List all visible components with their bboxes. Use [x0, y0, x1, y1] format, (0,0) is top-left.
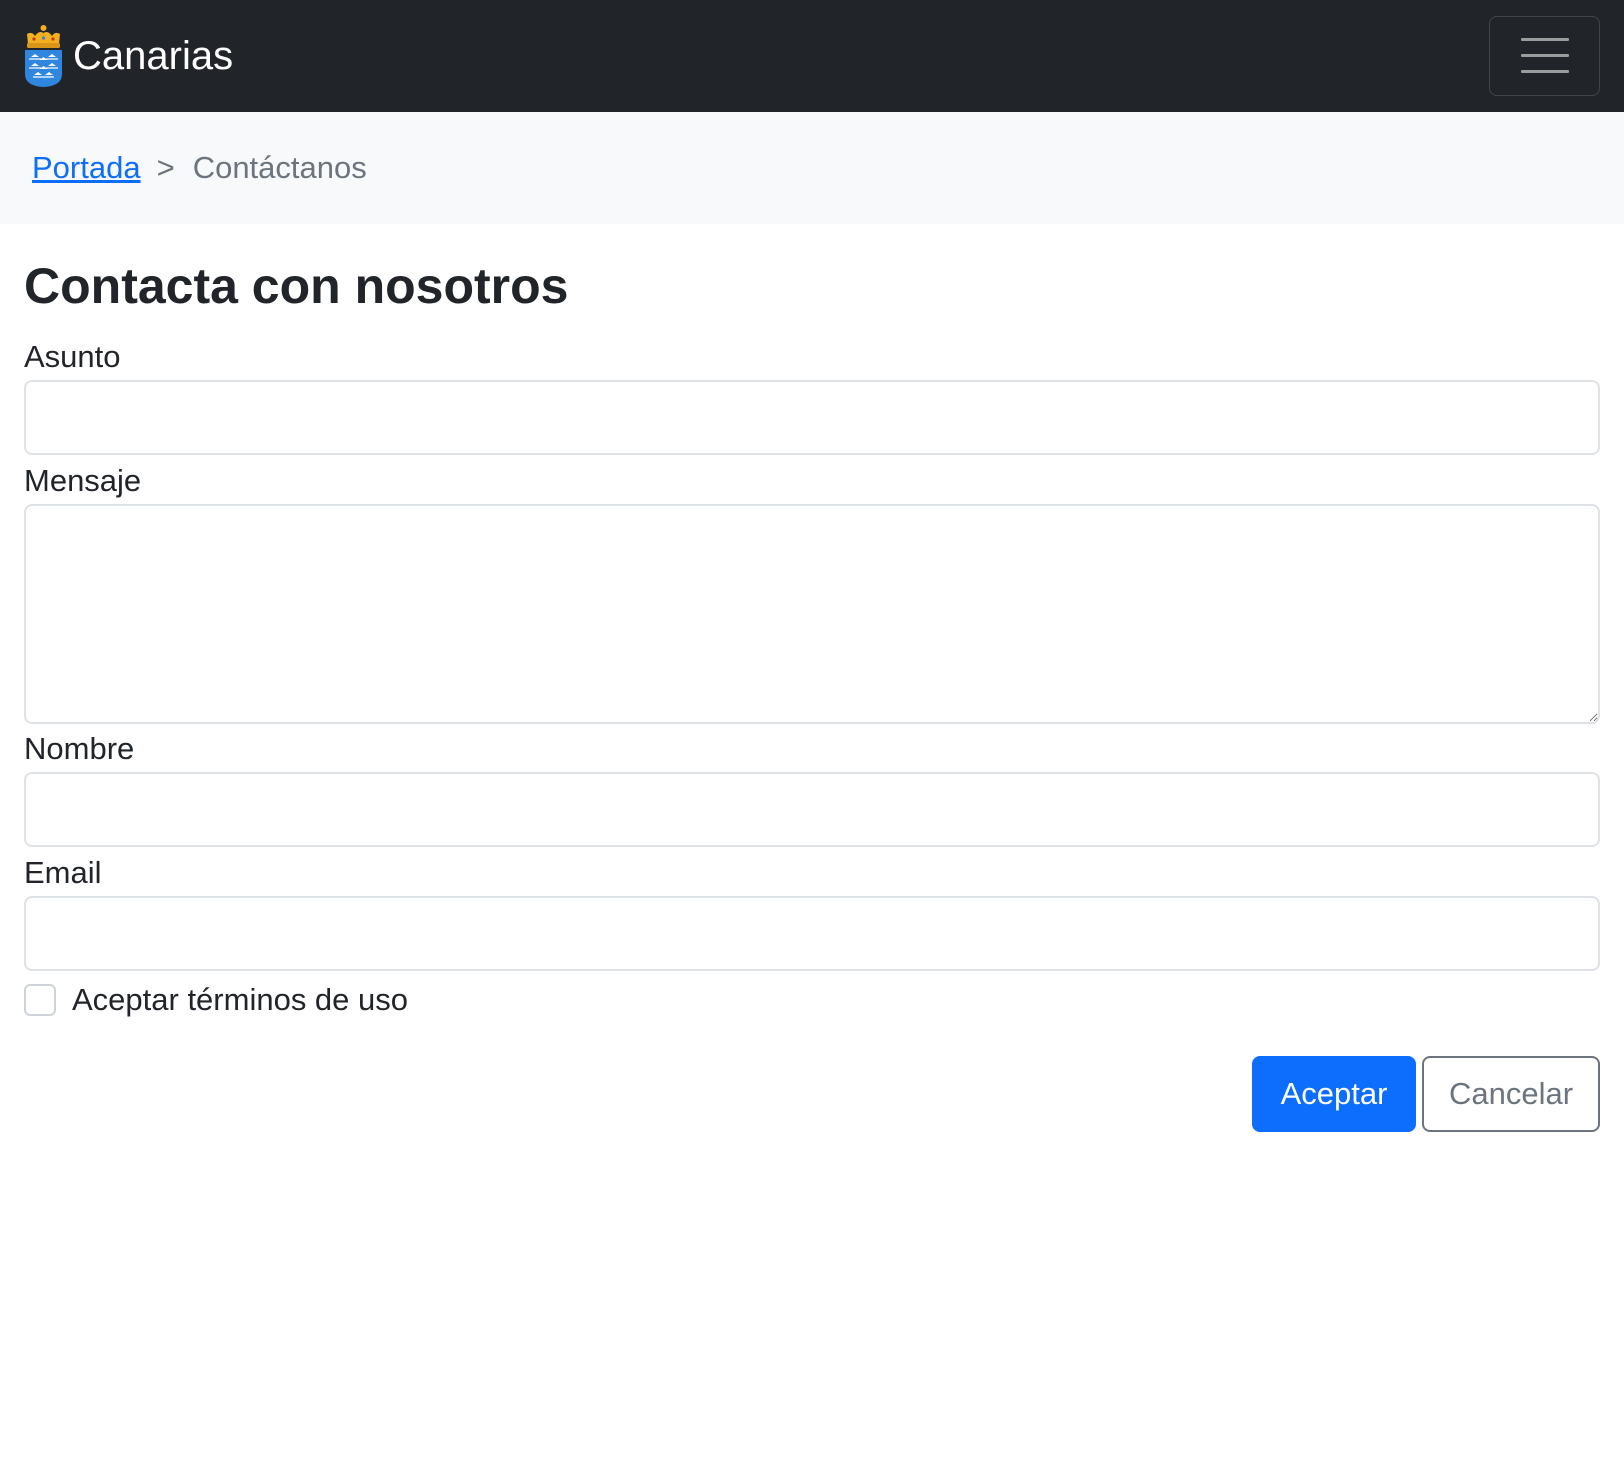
name-input[interactable] — [24, 772, 1600, 847]
message-label: Mensaje — [24, 463, 142, 498]
terms-checkbox-row: Aceptar términos de uso — [24, 982, 408, 1018]
menu-toggle-button[interactable] — [1489, 16, 1600, 96]
breadcrumb-bar: Portada > Contáctanos — [0, 112, 1624, 224]
terms-label[interactable]: Aceptar términos de uso — [72, 982, 408, 1018]
name-label: Nombre — [24, 731, 135, 766]
email-label: Email — [24, 855, 102, 890]
breadcrumb-home-link[interactable]: Portada — [32, 150, 141, 186]
hamburger-line — [1521, 38, 1569, 41]
cancel-button[interactable]: Cancelar — [1422, 1056, 1600, 1132]
hamburger-line — [1521, 54, 1569, 57]
hamburger-line — [1521, 70, 1569, 73]
message-textarea[interactable] — [24, 504, 1600, 724]
breadcrumb-separator: > — [156, 150, 175, 185]
top-navbar: Canarias — [0, 0, 1624, 112]
brand-title: Canarias — [73, 34, 234, 78]
page-title: Contacta con nosotros — [24, 258, 569, 314]
brand-link[interactable]: Canarias — [23, 24, 233, 88]
hamburger-menu-icon — [1521, 37, 1569, 75]
breadcrumb: Portada > Contáctanos — [32, 112, 367, 224]
subject-input[interactable] — [24, 380, 1600, 455]
submit-button[interactable]: Aceptar — [1252, 1056, 1416, 1132]
email-input[interactable] — [24, 896, 1600, 971]
canarias-coat-of-arms-icon — [25, 25, 62, 87]
subject-label: Asunto — [24, 339, 121, 374]
terms-checkbox[interactable] — [24, 984, 56, 1016]
breadcrumb-current: Contáctanos — [192, 150, 367, 185]
